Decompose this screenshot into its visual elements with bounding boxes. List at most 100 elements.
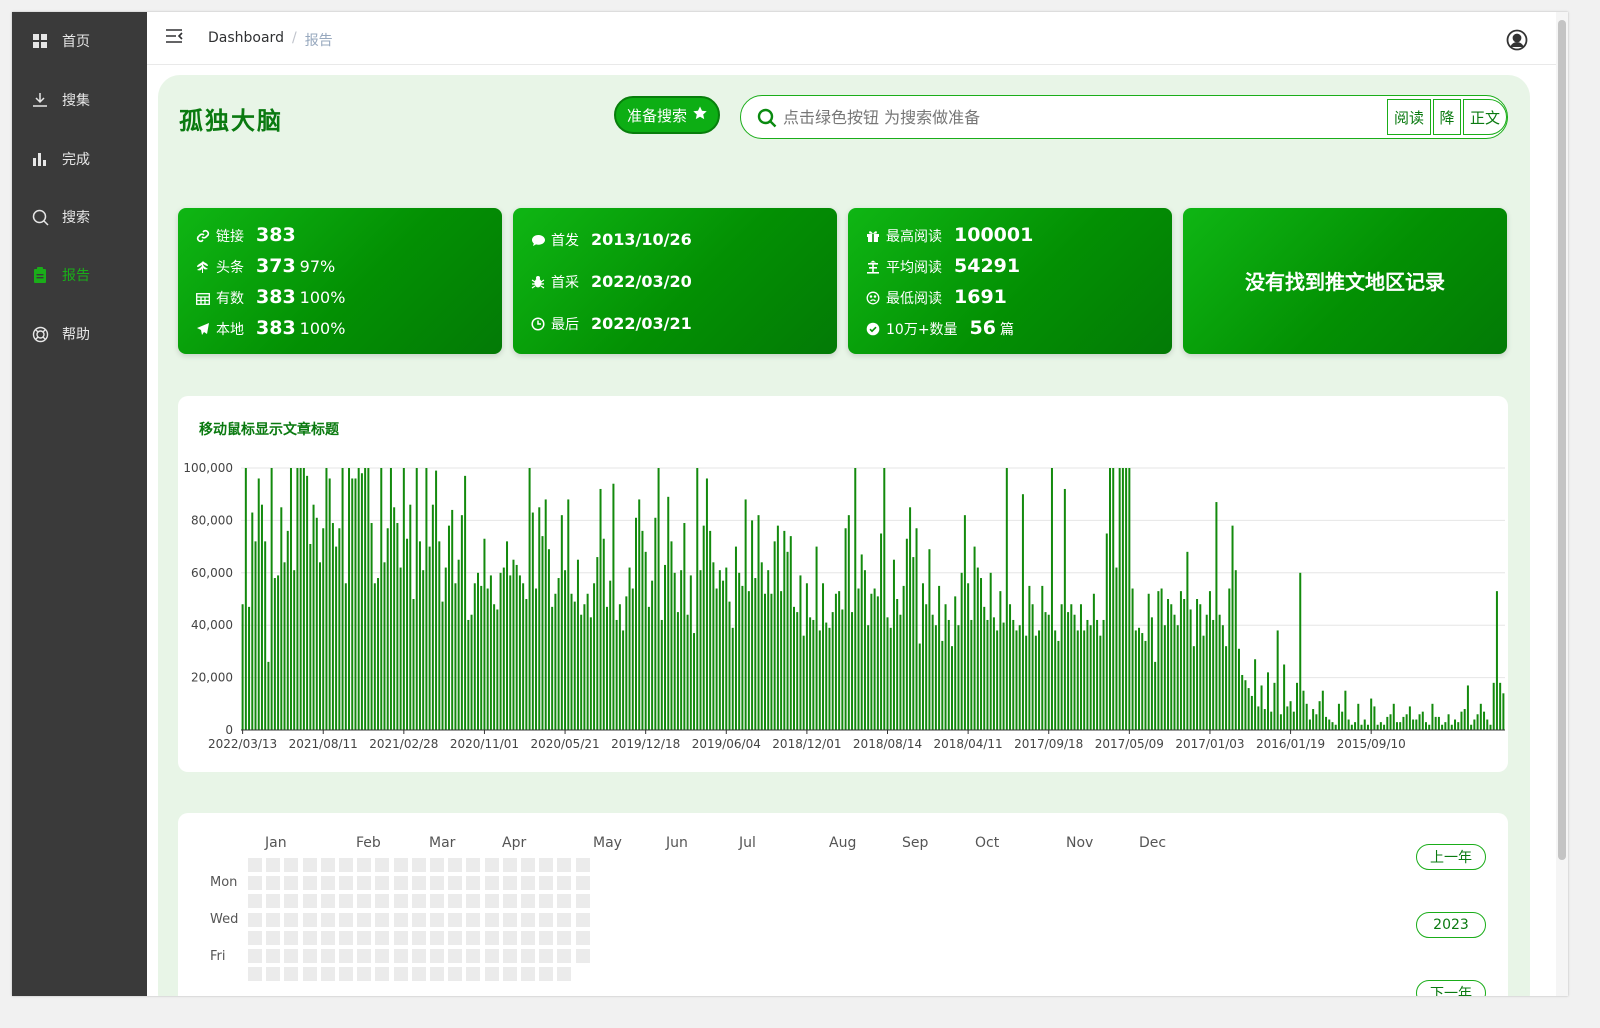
heatmap-cell[interactable] (411, 949, 426, 963)
chart-bar[interactable] (1334, 724, 1337, 730)
chart-bar[interactable] (1328, 719, 1331, 730)
chart-bar[interactable] (428, 546, 431, 730)
chart-bar[interactable] (1299, 572, 1302, 730)
chart-bar[interactable] (693, 633, 696, 730)
heatmap-cell[interactable] (430, 949, 444, 963)
chart-bar[interactable] (1331, 722, 1334, 730)
chart-bar[interactable] (1483, 711, 1486, 730)
heatmap-cell[interactable] (448, 876, 463, 891)
chart-bar[interactable] (1302, 690, 1305, 730)
chart-bar[interactable] (270, 468, 273, 730)
desc-sort-button[interactable]: 降 (1433, 99, 1461, 135)
prepare-search-button[interactable]: 准备搜索 (614, 96, 720, 134)
heatmap-cell[interactable] (248, 876, 262, 891)
chart-bar[interactable] (370, 523, 373, 730)
chart-bar[interactable] (1267, 672, 1269, 730)
heatmap-cell[interactable] (393, 967, 408, 982)
chart-bar[interactable] (915, 528, 918, 730)
chart-bar[interactable] (1373, 706, 1376, 730)
chart-bar[interactable] (473, 583, 476, 730)
chart-bar[interactable] (715, 588, 718, 730)
chart-bar[interactable] (1460, 711, 1463, 730)
chart-bar[interactable] (912, 557, 915, 730)
chart-bar[interactable] (357, 468, 360, 730)
chart-bar[interactable] (467, 619, 470, 730)
heatmap-cell[interactable] (502, 858, 517, 872)
chart-bar[interactable] (989, 572, 992, 730)
chart-bar[interactable] (657, 468, 660, 730)
heatmap-cell[interactable] (375, 894, 390, 909)
heatmap-cell[interactable] (448, 894, 463, 909)
heatmap-cell[interactable] (466, 930, 481, 945)
chart-bar[interactable] (980, 578, 983, 730)
heatmap-cell[interactable] (502, 894, 517, 909)
chart-bar[interactable] (905, 538, 908, 730)
chart-bar[interactable] (996, 630, 999, 730)
heatmap-cell[interactable] (284, 949, 299, 963)
chart-bar[interactable] (638, 499, 641, 730)
chart-bar[interactable] (1502, 693, 1505, 730)
chart-bar[interactable] (499, 572, 502, 730)
chart-bar[interactable] (322, 528, 325, 730)
chart-bar[interactable] (518, 575, 521, 730)
chart-bar[interactable] (1118, 468, 1121, 730)
chart-bar[interactable] (457, 559, 460, 730)
heatmap-cell[interactable] (357, 912, 372, 927)
chart-bar[interactable] (654, 517, 657, 730)
chart-bar[interactable] (909, 507, 912, 730)
chart-bar[interactable] (725, 567, 728, 730)
heatmap-cell[interactable] (393, 858, 408, 872)
chart-bar[interactable] (647, 606, 650, 730)
heatmap-cell[interactable] (539, 876, 554, 891)
chart-bar[interactable] (1276, 630, 1279, 730)
heatmap-cell[interactable] (320, 876, 335, 891)
chart-bar[interactable] (360, 473, 363, 730)
heatmap-cell[interactable] (521, 876, 535, 891)
chart-bar[interactable] (941, 640, 944, 730)
heatmap-cell[interactable] (430, 894, 444, 909)
reads-bar-chart[interactable]: 0 20,000 40,000 60,000 80,000 100,000 2022/03/… (178, 396, 1508, 772)
heatmap-cell[interactable] (466, 967, 481, 982)
heatmap-cell[interactable] (521, 912, 535, 927)
chart-bar[interactable] (1366, 724, 1369, 730)
chart-bar[interactable] (312, 504, 315, 730)
chart-bar[interactable] (705, 478, 708, 730)
chart-bar[interactable] (538, 507, 541, 730)
chart-bar[interactable] (1054, 630, 1057, 730)
chart-bar[interactable] (1067, 612, 1070, 730)
heatmap-cell[interactable] (339, 912, 353, 927)
chart-bar[interactable] (664, 564, 667, 730)
chart-bar[interactable] (1231, 525, 1234, 730)
heatmap-cell[interactable] (339, 858, 353, 872)
chart-bar[interactable] (1434, 716, 1437, 730)
chart-bar[interactable] (441, 601, 444, 730)
chart-bar[interactable] (770, 593, 773, 730)
chart-bar[interactable] (1063, 488, 1066, 730)
chart-bar[interactable] (1163, 625, 1166, 730)
chart-bar[interactable] (876, 596, 879, 730)
chart-bar[interactable] (1157, 591, 1160, 730)
chart-bar[interactable] (934, 625, 937, 730)
chart-bar[interactable] (1415, 719, 1418, 730)
chart-bar[interactable] (1225, 646, 1228, 730)
heatmap-cell[interactable] (484, 967, 499, 982)
chart-bar[interactable] (599, 488, 602, 730)
chart-bar[interactable] (776, 525, 779, 730)
chart-bar[interactable] (589, 617, 592, 730)
search-input[interactable] (783, 104, 1373, 130)
chart-bar[interactable] (567, 499, 570, 730)
chart-bar[interactable] (328, 478, 331, 730)
chart-bar[interactable] (593, 583, 596, 730)
chart-bar[interactable] (354, 478, 357, 730)
chart-bar[interactable] (709, 530, 712, 730)
heatmap-cell[interactable] (575, 912, 590, 927)
chart-bar[interactable] (1179, 591, 1182, 730)
heatmap-cell[interactable] (521, 967, 535, 982)
chart-bar[interactable] (380, 468, 383, 730)
heatmap-cell[interactable] (302, 894, 317, 909)
chart-bar[interactable] (947, 619, 950, 730)
chart-bar[interactable] (1237, 648, 1240, 730)
chart-bar[interactable] (1031, 604, 1034, 730)
chart-bar[interactable] (1073, 614, 1076, 730)
chart-bar[interactable] (883, 468, 886, 730)
